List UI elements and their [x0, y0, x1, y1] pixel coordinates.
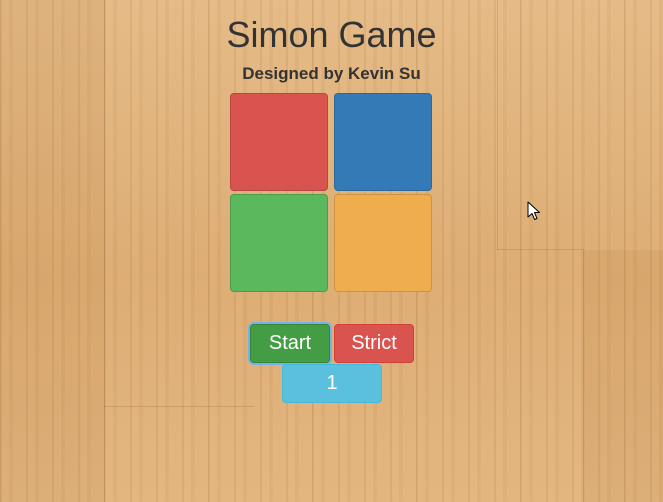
plank-seam: [497, 249, 583, 250]
plank-seam: [104, 406, 254, 407]
red-pad[interactable]: [230, 93, 328, 191]
page-title: Simon Game: [226, 14, 437, 55]
page-subtitle: Designed by Kevin Su: [242, 64, 421, 83]
strict-button[interactable]: Strict: [334, 324, 414, 363]
green-pad[interactable]: [230, 194, 328, 292]
pointer-cursor-icon: [527, 201, 540, 220]
blue-pad[interactable]: [334, 93, 432, 191]
start-button[interactable]: Start: [250, 324, 330, 363]
plank-shade: [583, 250, 663, 502]
yellow-pad[interactable]: [334, 194, 432, 292]
count-display[interactable]: 1: [282, 364, 382, 403]
